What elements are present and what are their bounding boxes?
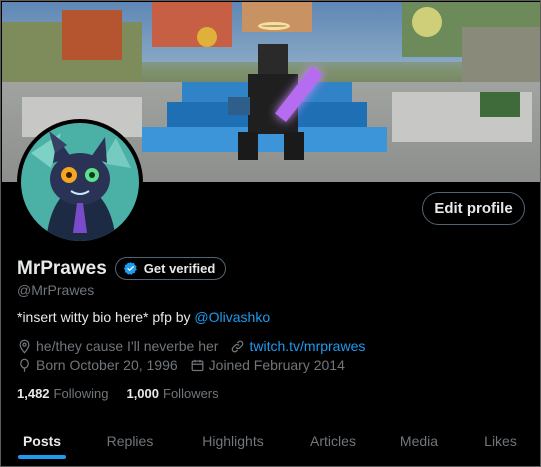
pronouns-text: he/they cause I'll neverbe her	[36, 338, 219, 354]
website-item[interactable]: twitch.tv/mrprawes	[230, 338, 365, 354]
following-count: 1,482	[17, 386, 50, 401]
following-link[interactable]: 1,482 Following	[17, 386, 108, 401]
user-handle: @MrPrawes	[17, 282, 95, 298]
followers-label: Followers	[163, 386, 219, 401]
birthday-item: Born October 20, 1996	[17, 357, 178, 373]
tab-label: Replies	[106, 433, 154, 449]
calendar-icon	[191, 359, 204, 371]
tab-label: Likes	[484, 433, 517, 449]
get-verified-label: Get verified	[143, 261, 216, 276]
followers-count: 1,000	[126, 386, 160, 401]
edit-profile-button[interactable]: Edit profile	[422, 192, 525, 225]
name-row: MrPrawes Get verified	[17, 257, 227, 280]
profile-meta-row-1: he/they cause I'll neverbe her twitch.tv…	[17, 338, 365, 354]
profile-tabs: Posts Replies Highlights Articles Media …	[2, 419, 540, 466]
get-verified-button[interactable]: Get verified	[114, 257, 227, 280]
follow-stats: 1,482 Following 1,000 Followers	[17, 386, 219, 401]
tab-label: Posts	[22, 433, 62, 449]
profile-avatar[interactable]	[17, 119, 143, 245]
profile-bio: *insert witty bio here* pfp by @Olivashk…	[17, 309, 270, 325]
balloon-icon	[20, 358, 29, 372]
tab-replies[interactable]: Replies	[82, 419, 178, 463]
tab-label: Highlights	[202, 433, 264, 449]
bio-mention-link[interactable]: @Olivashko	[194, 309, 270, 325]
verified-badge-icon	[123, 261, 137, 275]
joined-text: Joined February 2014	[208, 357, 345, 373]
website-link[interactable]: twitch.tv/mrprawes	[249, 338, 365, 354]
location-pin-icon	[19, 339, 30, 354]
tab-likes[interactable]: Likes	[460, 419, 540, 463]
profile-meta-row-2: Born October 20, 1996 Joined February 20…	[17, 357, 345, 373]
display-name: MrPrawes	[17, 257, 107, 279]
link-icon	[232, 340, 244, 352]
location-item: he/they cause I'll neverbe her	[17, 338, 218, 354]
following-label: Following	[53, 386, 109, 401]
tab-highlights[interactable]: Highlights	[178, 419, 288, 463]
tab-posts[interactable]: Posts	[2, 419, 82, 463]
tab-label: Media	[399, 433, 439, 449]
profile-page: Edit profile MrPrawes Get verified @MrPr…	[0, 0, 541, 467]
birthday-text: Born October 20, 1996	[36, 357, 178, 373]
followers-link[interactable]: 1,000 Followers	[126, 386, 218, 401]
tab-label: Articles	[310, 433, 356, 449]
tab-articles[interactable]: Articles	[288, 419, 378, 463]
avatar-art	[21, 123, 139, 241]
active-tab-indicator	[18, 455, 66, 459]
tab-media[interactable]: Media	[378, 419, 460, 463]
bio-text: *insert witty bio here* pfp by	[17, 309, 195, 325]
joined-item: Joined February 2014	[190, 357, 345, 373]
